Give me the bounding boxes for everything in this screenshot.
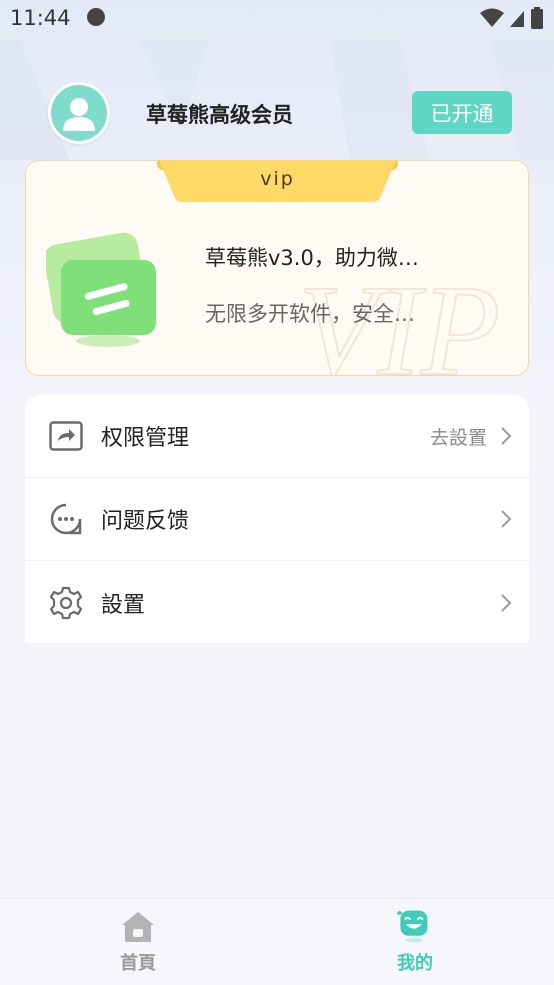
settings-menu: 权限管理 去設置 问题反馈 設置 [25,395,529,643]
status-time: 11:44 [10,6,71,30]
smiley-face-icon [396,910,428,943]
tab-mine[interactable]: 我的 [355,899,475,985]
menu-item-feedback[interactable]: 问题反馈 [25,478,529,561]
app-card-icon [46,232,156,347]
notification-dot-icon [86,8,105,26]
chat-bubble-icon [49,502,83,536]
avatar[interactable] [48,82,110,144]
username: 草莓熊高级会员 [146,103,293,127]
tab-home-label: 首頁 [120,953,156,974]
user-avatar-icon [51,85,107,141]
vip-card-subtitle: 无限多开软件，安全… [205,302,415,326]
home-icon [122,912,154,942]
menu-item-settings[interactable]: 設置 [25,561,529,644]
tab-mine-label: 我的 [397,953,433,974]
share-square-icon [49,419,83,453]
battery-icon [531,7,543,29]
wifi-icon [480,8,504,27]
bottom-tab-bar: 首頁 我的 [0,898,554,985]
menu-item-permissions[interactable]: 权限管理 去設置 [25,395,529,478]
chevron-right-icon [501,593,512,612]
chevron-right-icon [501,427,512,445]
chevron-right-icon [501,510,512,528]
menu-item-label: 问题反馈 [101,509,190,534]
membership-status-badge[interactable]: 已开通 [412,91,512,134]
menu-item-label: 設置 [101,592,146,618]
vip-tab-label: vip [260,168,295,190]
status-bar: 11:44 [0,0,554,36]
menu-item-hint: 去設置 [429,426,487,449]
profile-header: 草莓熊高级会员 已开通 [48,82,512,144]
gear-icon [49,586,83,620]
menu-item-label: 权限管理 [101,426,190,451]
signal-icon [510,11,524,27]
tab-home[interactable]: 首頁 [78,899,198,985]
vip-card-title: 草莓熊v3.0，助力微… [205,246,419,270]
